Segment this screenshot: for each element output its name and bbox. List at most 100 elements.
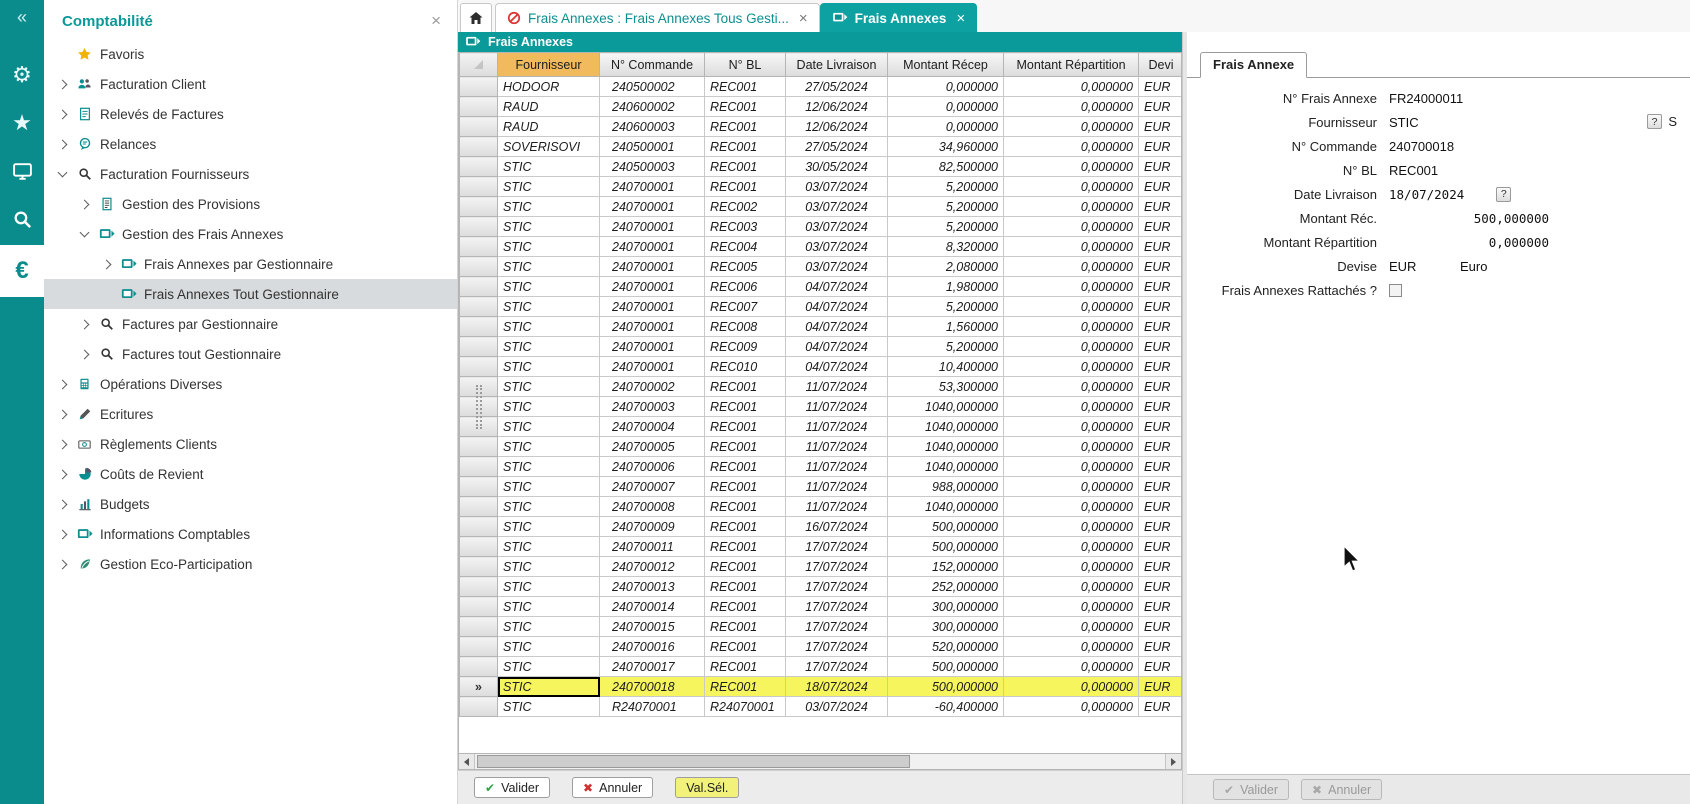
sidebar-item[interactable]: Informations Comptables [44,519,457,549]
cell[interactable]: EUR [1139,677,1183,697]
table-row[interactable]: SOVERISOVI240500001REC00127/05/202434,96… [460,137,1183,157]
row-selector[interactable] [460,157,498,177]
cell[interactable]: REC010 [705,357,786,377]
table-row[interactable]: STIC240700016REC00117/07/2024520,0000000… [460,637,1183,657]
cell[interactable]: STIC [498,277,600,297]
valider-button[interactable]: ✔Valider [474,777,550,798]
row-selector[interactable] [460,77,498,97]
scroll-right-arrow[interactable] [1165,754,1181,769]
cell[interactable]: 1040,000000 [888,457,1004,477]
cell[interactable]: 240700008 [600,497,705,517]
cell[interactable]: 240700004 [600,417,705,437]
cell[interactable]: 240700013 [600,577,705,597]
table-row[interactable]: RAUD240600003REC00112/06/20240,0000000,0… [460,117,1183,137]
cell[interactable]: 0,000000 [1004,517,1139,537]
row-selector[interactable] [460,517,498,537]
cell[interactable]: EUR [1139,597,1183,617]
cell[interactable]: 240500002 [600,77,705,97]
cell[interactable]: 0,000000 [1004,577,1139,597]
cell[interactable]: STIC [498,177,600,197]
cell[interactable]: STIC [498,217,600,237]
cell[interactable]: 17/07/2024 [786,577,888,597]
cell[interactable]: 240700001 [600,177,705,197]
cell[interactable]: STIC [498,617,600,637]
cell[interactable]: REC001 [705,77,786,97]
table-row[interactable]: »STIC240700018REC00118/07/2024500,000000… [460,677,1183,697]
desktop-button[interactable] [0,147,44,195]
cell[interactable]: EUR [1139,417,1183,437]
cell[interactable]: 04/07/2024 [786,297,888,317]
cell[interactable]: 0,000000 [888,117,1004,137]
cell[interactable]: 5,200000 [888,177,1004,197]
cell[interactable]: STIC [498,257,600,277]
cell[interactable]: 11/07/2024 [786,377,888,397]
cell[interactable]: 240700002 [600,377,705,397]
cell[interactable]: EUR [1139,297,1183,317]
table-row[interactable]: STIC240700015REC00117/07/2024300,0000000… [460,617,1183,637]
cell[interactable]: 500,000000 [888,657,1004,677]
val-sel-button[interactable]: Val.Sél. [675,777,739,798]
cell[interactable]: 1040,000000 [888,437,1004,457]
close-icon[interactable]: × [799,10,808,27]
row-selector[interactable] [460,437,498,457]
sidebar-item[interactable]: Frais Annexes par Gestionnaire [44,249,457,279]
cell[interactable]: 0,000000 [1004,537,1139,557]
cell[interactable]: 04/07/2024 [786,317,888,337]
cell[interactable]: 0,000000 [1004,557,1139,577]
table-row[interactable]: STIC240700007REC00111/07/2024988,0000000… [460,477,1183,497]
cell[interactable]: STIC [498,537,600,557]
tab-frais-annexes-tous-gestionnaire[interactable]: Frais Annexes : Frais Annexes Tous Gesti… [495,3,820,32]
cell[interactable]: STIC [498,477,600,497]
cell[interactable]: EUR [1139,77,1183,97]
table-row[interactable]: STIC240700008REC00111/07/20241040,000000… [460,497,1183,517]
cell[interactable]: STIC [498,637,600,657]
expand-down-icon[interactable] [74,232,94,236]
cell[interactable]: 27/05/2024 [786,137,888,157]
cell[interactable]: REC001 [705,177,786,197]
cell[interactable]: 240700005 [600,437,705,457]
cell[interactable]: 0,000000 [1004,197,1139,217]
table-row[interactable]: STIC240700001REC00203/07/20245,2000000,0… [460,197,1183,217]
field-value[interactable]: STIC [1389,115,1419,130]
expand-down-icon[interactable] [52,172,72,176]
sidebar-item[interactable]: Facturation Client [44,69,457,99]
row-selector[interactable] [460,357,498,377]
expand-right-icon[interactable] [74,321,94,328]
cell[interactable]: 11/07/2024 [786,497,888,517]
sidebar-item[interactable]: Ecritures [44,399,457,429]
expand-right-icon[interactable] [74,351,94,358]
sidebar-item[interactable]: Gestion Eco-Participation [44,549,457,579]
cell[interactable]: REC001 [705,497,786,517]
cell[interactable]: EUR [1139,397,1183,417]
cell[interactable]: EUR [1139,617,1183,637]
cell[interactable]: 300,000000 [888,597,1004,617]
cell[interactable]: REC002 [705,197,786,217]
cell[interactable]: STIC [498,317,600,337]
cell[interactable]: EUR [1139,97,1183,117]
cell[interactable]: REC001 [705,137,786,157]
cell[interactable]: EUR [1139,357,1183,377]
cell[interactable]: STIC [498,497,600,517]
home-tab-button[interactable] [460,3,492,32]
cell[interactable]: 5,200000 [888,337,1004,357]
cell[interactable]: REC001 [705,557,786,577]
lookup-help-button[interactable]: ? [1647,114,1662,129]
cell[interactable]: REC001 [705,577,786,597]
checkbox[interactable] [1389,284,1402,297]
cell[interactable]: 5,200000 [888,297,1004,317]
cell[interactable]: EUR [1139,377,1183,397]
cell[interactable]: 0,000000 [1004,77,1139,97]
sidebar-item[interactable]: Frais Annexes Tout Gestionnaire [44,279,457,309]
cell[interactable]: 0,000000 [1004,297,1139,317]
cell[interactable]: 0,000000 [1004,677,1139,697]
cell[interactable]: 34,960000 [888,137,1004,157]
cell[interactable]: 0,000000 [1004,637,1139,657]
cell[interactable]: 5,200000 [888,197,1004,217]
cell[interactable]: EUR [1139,637,1183,657]
cell[interactable]: REC008 [705,317,786,337]
cell[interactable]: REC001 [705,477,786,497]
sidebar-item[interactable]: Règlements Clients [44,429,457,459]
row-selector[interactable] [460,477,498,497]
cell[interactable]: EUR [1139,437,1183,457]
sidebar-item[interactable]: Gestion des Provisions [44,189,457,219]
